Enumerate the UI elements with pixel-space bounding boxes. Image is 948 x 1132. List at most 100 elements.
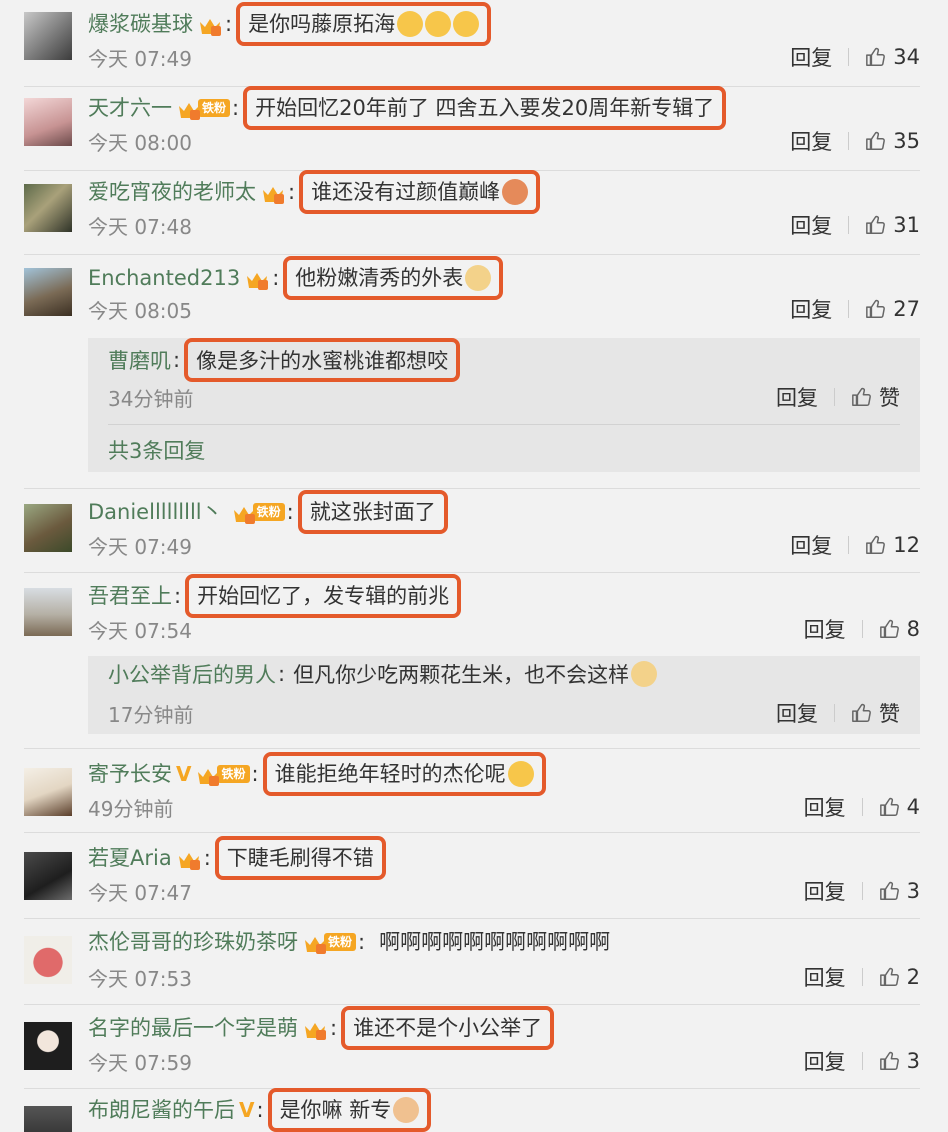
comment-meta: 今天 07:53 回复 2 — [88, 962, 920, 992]
thumbs-up-icon — [879, 1051, 899, 1070]
reply-button[interactable]: 回复 — [776, 382, 818, 412]
colon: : — [256, 1098, 264, 1122]
like-button[interactable]: 4 — [879, 795, 920, 819]
comment-line: 杰伦哥哥的珍珠奶茶呀 铁粉 : 啊啊啊啊啊啊啊啊啊啊啊 — [88, 924, 610, 960]
avatar[interactable] — [24, 1022, 72, 1070]
view-all-replies-link[interactable]: 共3条回复 — [108, 436, 205, 466]
username-link[interactable]: Enchanted213 — [88, 260, 240, 296]
colon: : — [174, 584, 182, 608]
like-button[interactable]: 赞 — [851, 382, 900, 412]
like-button[interactable]: 12 — [865, 533, 920, 557]
colon: : — [358, 930, 366, 954]
reply-button[interactable]: 回复 — [790, 530, 832, 560]
reply-button[interactable]: 回复 — [804, 792, 846, 822]
sub-reply-text: 但凡你少吃两颗花生米，也不会这样 — [293, 663, 630, 687]
username-link[interactable]: Danielllllllll丶 — [88, 494, 223, 530]
comment-text-highlight: 谁能拒绝年轻时的杰伦呢 — [262, 752, 546, 796]
avatar[interactable] — [24, 12, 72, 60]
reply-button[interactable]: 回复 — [790, 126, 832, 156]
like-button[interactable]: 2 — [879, 965, 920, 989]
username-link[interactable]: 天才六一 — [88, 90, 172, 126]
crown-icon — [244, 267, 270, 290]
divider — [848, 216, 850, 234]
username-link[interactable]: 名字的最后一个字是萌 — [88, 1010, 298, 1046]
avatar[interactable] — [24, 588, 72, 636]
thumbs-up-icon — [879, 967, 899, 986]
avatar[interactable] — [24, 504, 72, 552]
like-label: 赞 — [879, 702, 900, 726]
reply-button[interactable]: 回复 — [790, 42, 832, 72]
comment-line: 布朗尼酱的午后 V : 是你嘛 新专 — [88, 1088, 432, 1132]
like-count: 12 — [893, 533, 920, 557]
reply-button[interactable]: 回复 — [804, 876, 846, 906]
like-count: 3 — [906, 879, 920, 903]
sub-reply-line: 曹磨叽 : 像是多汁的水蜜桃谁都想咬 — [108, 338, 461, 382]
sub-reply-actions: 回复 赞 — [776, 382, 900, 412]
like-button[interactable]: 27 — [865, 297, 920, 321]
divider — [848, 300, 850, 318]
comment-text: 啊啊啊啊啊啊啊啊啊啊啊 — [379, 930, 611, 954]
sub-reply-line: 小公举背后的男人 : 但凡你少吃两颗花生米，也不会这样 — [108, 656, 658, 692]
username-link[interactable]: 爱吃宵夜的老师太 — [88, 174, 256, 210]
sub-reply-username[interactable]: 曹磨叽 — [108, 345, 171, 375]
avatar[interactable] — [24, 936, 72, 984]
reply-button[interactable]: 回复 — [804, 1046, 846, 1076]
like-button[interactable]: 31 — [865, 213, 920, 237]
comment-line: 爆浆碳基球 : 是你吗藤原拓海 — [88, 2, 492, 46]
like-button[interactable]: 34 — [865, 45, 920, 69]
colon: : — [251, 762, 259, 786]
comment-text: 谁能拒绝年轻时的杰伦呢 — [274, 762, 506, 786]
like-button[interactable]: 3 — [879, 1049, 920, 1073]
avatar[interactable] — [24, 184, 72, 232]
comment-line: Danielllllllll丶 铁粉 : 就这张封面了 — [88, 490, 448, 534]
timestamp: 今天 07:54 — [88, 618, 192, 643]
username-link[interactable]: 若夏Aria — [88, 840, 172, 876]
reply-button[interactable]: 回复 — [776, 698, 818, 728]
reply-button[interactable]: 回复 — [804, 614, 846, 644]
comment-item: 天才六一 铁粉 : 开始回忆20年前了 四舍五入要发20周年新专辑了 今天 08… — [0, 86, 948, 170]
comment-meta: 今天 07:47 回复 3 — [88, 876, 920, 906]
thumbs-up-icon — [866, 131, 886, 150]
avatar[interactable] — [24, 768, 72, 816]
comment-text-highlight: 开始回忆20年前了 四舍五入要发20周年新专辑了 — [243, 86, 727, 130]
cat-emoji-icon — [393, 1097, 420, 1123]
reply-button[interactable]: 回复 — [804, 962, 846, 992]
sub-reply-box: 小公举背后的男人 : 但凡你少吃两颗花生米，也不会这样 17分钟前 回复 赞 — [88, 656, 920, 734]
reply-button[interactable]: 回复 — [790, 294, 832, 324]
sub-reply-username[interactable]: 小公举背后的男人 — [108, 659, 276, 689]
username-link[interactable]: 寄予长安 — [88, 756, 172, 792]
comment-item: Enchanted213 : 他粉嫩清秀的外表 今天 08:05 回复 27 曹… — [0, 254, 948, 480]
comment-line: Enchanted213 : 他粉嫩清秀的外表 — [88, 256, 504, 300]
sub-reply-box: 曹磨叽 : 像是多汁的水蜜桃谁都想咬 34分钟前 回复 赞 共3条回复 — [88, 338, 920, 472]
crown-icon — [176, 847, 202, 870]
username-link[interactable]: 杰伦哥哥的珍珠奶茶呀 — [88, 924, 298, 960]
like-button[interactable]: 赞 — [851, 698, 900, 728]
avatar[interactable] — [24, 1106, 72, 1132]
like-count: 4 — [906, 795, 920, 819]
comment-actions: 回复 35 — [790, 126, 920, 156]
username-link[interactable]: 布朗尼酱的午后 — [88, 1092, 235, 1128]
colon: : — [225, 12, 233, 36]
thumbs-up-icon — [866, 299, 886, 318]
like-button[interactable]: 8 — [879, 617, 920, 641]
sub-reply-meta: 34分钟前 回复 赞 — [108, 382, 900, 412]
timestamp: 今天 07:47 — [88, 880, 192, 905]
member-badge — [197, 13, 223, 36]
like-button[interactable]: 35 — [865, 129, 920, 153]
fan-badge: 铁粉 — [252, 503, 285, 521]
avatar[interactable] — [24, 268, 72, 316]
shocked-emoji-icon — [453, 11, 480, 37]
colon: : — [286, 500, 294, 524]
avatar[interactable] — [24, 98, 72, 146]
timestamp: 今天 07:59 — [88, 1050, 192, 1075]
comment-actions: 回复 34 — [790, 42, 920, 72]
reply-button[interactable]: 回复 — [790, 210, 832, 240]
divider — [834, 388, 835, 406]
like-button[interactable]: 3 — [879, 879, 920, 903]
username-link[interactable]: 爆浆碳基球 — [88, 6, 193, 42]
sub-reply-meta: 17分钟前 回复 赞 — [108, 698, 900, 728]
crown-icon — [195, 763, 221, 786]
comment-item: 爱吃宵夜的老师太 : 谁还没有过颜值巅峰 今天 07:48 回复 31 — [0, 170, 948, 254]
avatar[interactable] — [24, 852, 72, 900]
username-link[interactable]: 吾君至上 — [88, 578, 172, 614]
